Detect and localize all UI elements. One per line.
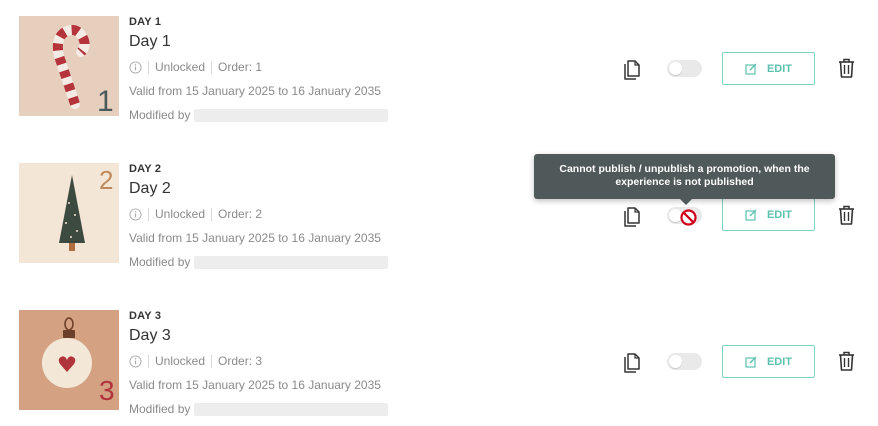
order-label: Order: 2 [218, 207, 263, 221]
day-tag: DAY 1 [129, 16, 162, 28]
validity-dates: Valid from 15 January 2025 to 16 January… [129, 378, 381, 392]
order-label: Order: 1 [218, 60, 263, 74]
modified-label: Modified by [129, 255, 191, 269]
promotion-meta: Unlocked Order: 1 [129, 60, 262, 74]
thumbnail-number: 2 [99, 165, 113, 195]
day-tag: DAY 2 [129, 163, 162, 175]
publish-disabled-tooltip: Cannot publish / unpublish a promotion, … [534, 154, 835, 205]
info-icon[interactable] [129, 207, 142, 221]
info-icon[interactable] [129, 354, 142, 368]
modified-label: Modified by [129, 402, 191, 416]
divider [148, 207, 149, 221]
promotion-title: Day 1 [129, 33, 171, 50]
edit-icon [745, 209, 757, 221]
publish-toggle[interactable] [667, 353, 702, 370]
promotion-row-day-1: 1 DAY 1 Day 1 Unlocked Order: 1 Valid fr… [0, 16, 878, 128]
info-icon[interactable] [129, 60, 142, 74]
tooltip-arrow [680, 199, 692, 205]
modified-label: Modified by [129, 108, 191, 122]
divider [211, 60, 213, 74]
status-label: Unlocked [155, 207, 206, 221]
order-label: Order: 3 [218, 354, 263, 368]
edit-button[interactable]: EDIT [722, 52, 815, 85]
promotion-title: Day 3 [129, 327, 171, 344]
candy-cane-icon: 1 [52, 25, 114, 116]
tooltip-line-2: experience is not published [615, 176, 754, 188]
trash-icon[interactable] [836, 350, 857, 372]
promotion-title: Day 2 [129, 180, 171, 197]
toggle-knob [669, 62, 682, 75]
thumbnail-number: 1 [97, 85, 114, 116]
divider [148, 60, 149, 74]
validity-dates: Valid from 15 January 2025 to 16 January… [129, 84, 381, 98]
status-label: Unlocked [155, 354, 206, 368]
redacted-author [194, 402, 389, 416]
trash-icon[interactable] [836, 57, 857, 79]
thumbnail-christmas-tree: 2 [19, 163, 119, 263]
promotion-meta: Unlocked Order: 3 [129, 354, 262, 368]
duplicate-icon[interactable] [621, 350, 645, 374]
edit-icon [745, 63, 757, 75]
christmas-tree-icon: 2 [59, 165, 113, 251]
tooltip-line-1: Cannot publish / unpublish a promotion, … [559, 163, 810, 175]
promotion-meta: Unlocked Order: 2 [129, 207, 262, 221]
divider [148, 354, 149, 368]
modified-by: Modified by [129, 255, 389, 269]
duplicate-icon[interactable] [621, 57, 645, 81]
thumbnail-ornament: 3 [19, 310, 119, 410]
promotion-row-day-3: 3 DAY 3 Day 3 Unlocked Order: 3 Valid fr… [0, 310, 878, 422]
ornament-heart-icon: 3 [42, 317, 115, 406]
edit-button[interactable]: EDIT [722, 198, 815, 231]
thumbnail-number: 3 [99, 375, 115, 406]
duplicate-icon[interactable] [621, 204, 645, 228]
publish-toggle[interactable] [667, 60, 702, 77]
trash-icon[interactable] [836, 204, 857, 226]
edit-icon [745, 356, 757, 368]
modified-by: Modified by [129, 108, 389, 122]
modified-by: Modified by [129, 402, 389, 416]
edit-label: EDIT [766, 355, 793, 368]
no-entry-cursor-icon [680, 209, 697, 226]
toggle-knob [669, 355, 682, 368]
redacted-author [194, 255, 389, 269]
divider [211, 207, 213, 221]
day-tag: DAY 3 [129, 310, 162, 322]
redacted-author [194, 108, 389, 122]
edit-label: EDIT [766, 208, 793, 221]
edit-label: EDIT [766, 62, 793, 75]
edit-button[interactable]: EDIT [722, 345, 815, 378]
validity-dates: Valid from 15 January 2025 to 16 January… [129, 231, 381, 245]
status-label: Unlocked [155, 60, 206, 74]
thumbnail-candy-cane: 1 [19, 16, 119, 116]
divider [211, 354, 213, 368]
